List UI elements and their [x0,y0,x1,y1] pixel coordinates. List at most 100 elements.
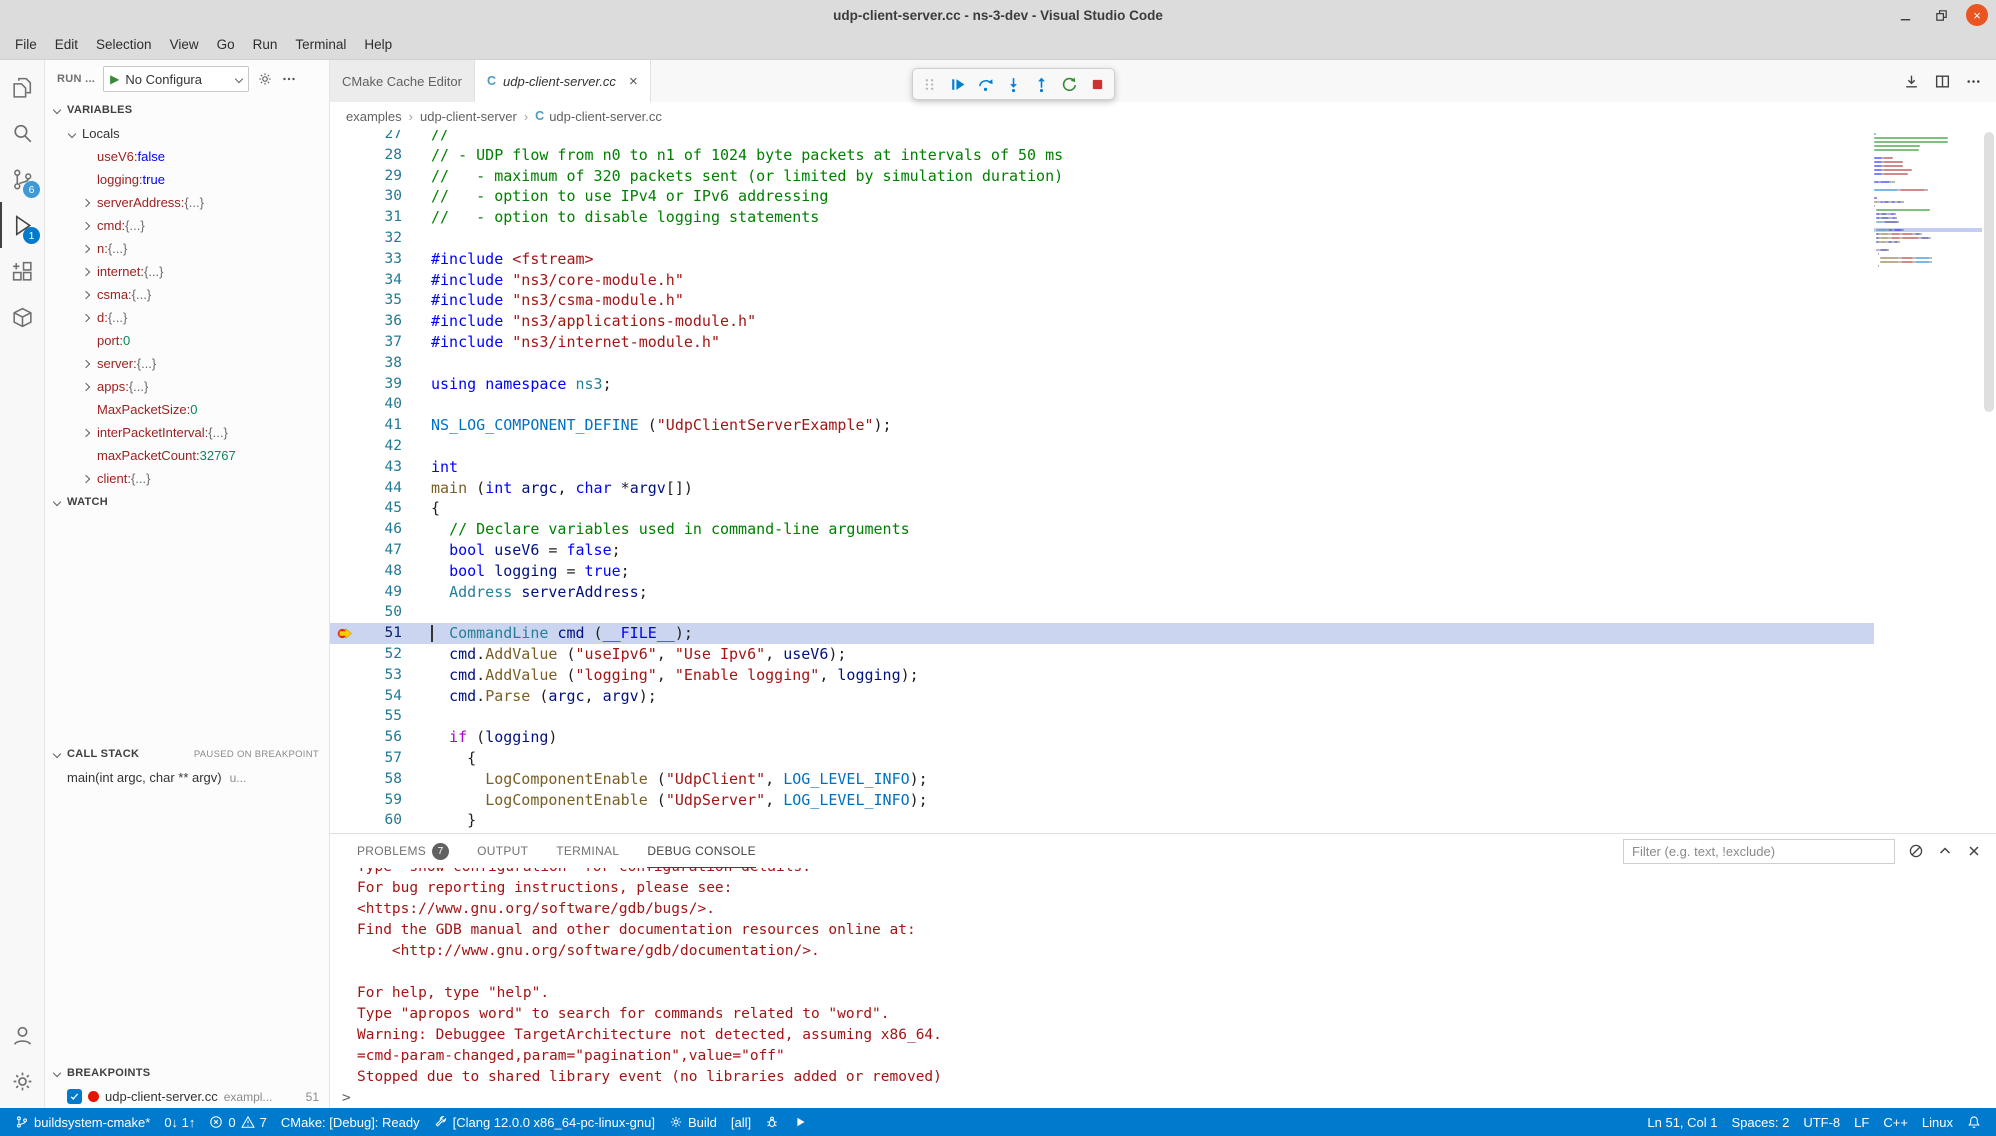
tab-udp-client-server-cc[interactable]: Cudp-client-server.cc× [475,60,651,102]
split-editor-icon[interactable] [1934,73,1951,90]
variable-row[interactable]: server: {...} [45,352,329,375]
gutter[interactable] [330,561,362,582]
console-filter-input[interactable] [1623,839,1895,864]
panel-tab-debug-console[interactable]: DEBUG CONSOLE [647,834,756,868]
breakpoints-section-header[interactable]: BREAKPOINTS [45,1061,329,1085]
variable-row[interactable]: maxPacketCount: 32767 [45,444,329,467]
breadcrumb-item-udp-client-server[interactable]: udp-client-server [420,109,517,124]
variable-row[interactable]: cmd: {...} [45,214,329,237]
gutter[interactable] [330,166,362,187]
activity-settings[interactable] [0,1058,44,1104]
gutter[interactable] [330,727,362,748]
call-stack-section-header[interactable]: CALL STACK PAUSED ON BREAKPOINT [45,742,329,766]
gutter[interactable] [330,644,362,665]
minimap[interactable] [1874,130,1982,833]
gutter[interactable] [330,270,362,291]
variable-row[interactable]: csma: {...} [45,283,329,306]
close-window-icon[interactable]: × [1966,4,1988,26]
breakpoint-checkbox[interactable] [67,1089,82,1104]
gutter[interactable] [330,810,362,831]
gutter[interactable] [330,394,362,415]
gutter[interactable] [330,457,362,478]
stop-button[interactable] [1084,71,1111,97]
restore-icon[interactable] [1930,4,1952,26]
continue-button[interactable] [944,71,971,97]
status-problems[interactable]: 07 [202,1108,273,1136]
status-run-button[interactable] [786,1108,814,1136]
status-eol[interactable]: LF [1847,1108,1876,1136]
gutter[interactable] [330,186,362,207]
gutter[interactable] [330,686,362,707]
gutter[interactable] [330,311,362,332]
gutter[interactable] [330,519,362,540]
activity-explorer[interactable] [0,64,44,110]
gutter[interactable] [330,249,362,270]
locals-scope[interactable]: Locals [45,122,329,145]
stack-frame-row[interactable]: main(int argc, char ** argv) u... [45,766,329,789]
console-prompt[interactable]: > [342,1088,1996,1108]
variable-row[interactable]: port: 0 [45,329,329,352]
more-actions-icon[interactable] [1965,73,1982,90]
current-stackframe-icon[interactable] [330,623,362,644]
gutter[interactable] [330,831,362,833]
step-over-button[interactable] [972,71,999,97]
minimize-icon[interactable] [1894,4,1916,26]
status-cursor-position[interactable]: Ln 51, Col 1 [1640,1108,1724,1136]
gutter[interactable] [330,602,362,623]
gutter[interactable] [330,478,362,499]
close-panel-icon[interactable] [1966,843,1982,859]
menu-item-file[interactable]: File [6,33,46,56]
step-into-button[interactable] [1000,71,1027,97]
menu-item-go[interactable]: Go [208,33,244,56]
debug-console[interactable]: Type "show configuration" for configurat… [330,868,1996,1108]
menu-item-help[interactable]: Help [355,33,401,56]
activity-source-control[interactable]: 6 [0,156,44,202]
variable-row[interactable]: interPacketInterval: {...} [45,421,329,444]
step-out-button[interactable] [1028,71,1055,97]
status-cmake-build[interactable]: Build [662,1108,724,1136]
variable-row[interactable]: internet: {...} [45,260,329,283]
gear-icon[interactable] [257,71,273,87]
gutter[interactable] [330,436,362,457]
gutter[interactable] [330,665,362,686]
watch-section-header[interactable]: WATCH [45,490,329,514]
status-indentation[interactable]: Spaces: 2 [1725,1108,1797,1136]
gutter[interactable] [330,130,362,145]
menu-item-selection[interactable]: Selection [87,33,161,56]
menu-item-edit[interactable]: Edit [46,33,87,56]
status-notifications[interactable] [1960,1108,1988,1136]
start-debug-icon[interactable]: ▶ [110,72,119,86]
status-debug-button[interactable] [758,1108,786,1136]
activity-accounts[interactable] [0,1012,44,1058]
variable-row[interactable]: apps: {...} [45,375,329,398]
chevron-up-icon[interactable] [1937,843,1953,859]
gutter[interactable] [330,374,362,395]
panel-tab-output[interactable]: OUTPUT [477,834,528,868]
download-icon[interactable] [1903,73,1920,90]
menu-item-terminal[interactable]: Terminal [286,33,355,56]
gutter[interactable] [330,790,362,811]
gutter[interactable] [330,332,362,353]
status-language-mode[interactable]: C++ [1876,1108,1915,1136]
panel-tab-terminal[interactable]: TERMINAL [556,834,619,868]
tab-cmake-cache-editor[interactable]: CMake Cache Editor [330,60,475,102]
status-git-branch[interactable]: buildsystem-cmake* [8,1108,157,1136]
menu-item-view[interactable]: View [161,33,208,56]
scrollbar-slider[interactable] [1984,132,1994,412]
restart-button[interactable] [1056,71,1083,97]
variable-row[interactable]: d: {...} [45,306,329,329]
gutter[interactable] [330,207,362,228]
gutter[interactable] [330,353,362,374]
activity-run-and-debug[interactable]: 1 [0,202,44,248]
gutter[interactable] [330,145,362,166]
variable-row[interactable]: MaxPacketSize: 0 [45,398,329,421]
gutter[interactable] [330,748,362,769]
gutter[interactable] [330,415,362,436]
status-os[interactable]: Linux [1915,1108,1960,1136]
code-editor[interactable]: 27//28// - UDP flow from n0 to n1 of 102… [330,130,1996,833]
editor-scrollbar[interactable] [1982,130,1996,833]
gutter[interactable] [330,706,362,727]
variables-section-header[interactable]: VARIABLES [45,98,329,122]
panel-tab-problems[interactable]: PROBLEMS7 [357,834,449,868]
status-git-sync[interactable]: 0↓ 1↑ [157,1108,202,1136]
